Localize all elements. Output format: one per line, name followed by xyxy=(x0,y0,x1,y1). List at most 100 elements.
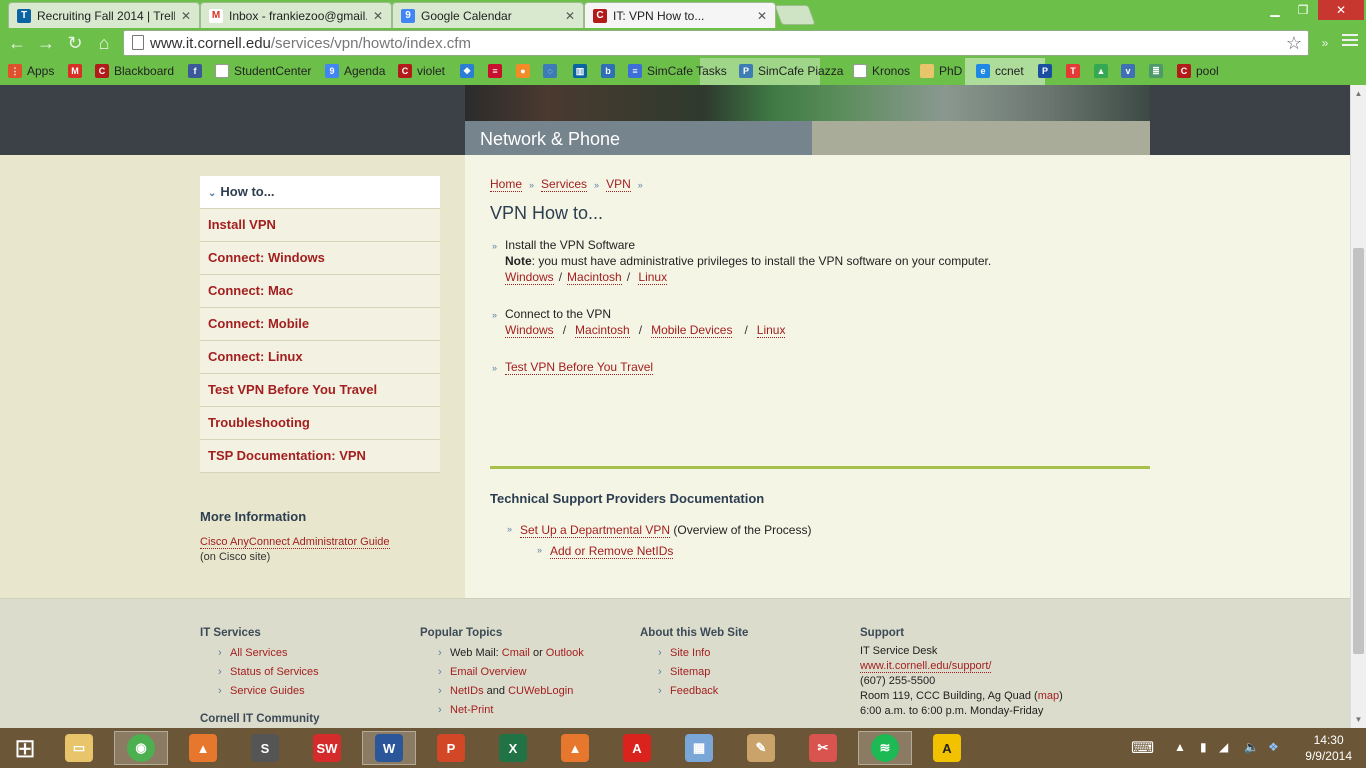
home-icon[interactable]: ⌂ xyxy=(93,32,115,54)
service-guides-link[interactable]: Service Guides xyxy=(230,685,305,697)
window-close-icon[interactable]: ✕ xyxy=(1318,0,1364,20)
keyboard-icon[interactable]: ⌨ xyxy=(1131,738,1154,758)
support-url-link[interactable]: www.it.cornell.edu/support/ xyxy=(860,660,992,673)
install-windows-link[interactable]: Windows xyxy=(505,270,554,285)
sidenav-item-connect-mac[interactable]: Connect: Mac xyxy=(200,275,440,308)
bookmark-kronos[interactable]: Kronos xyxy=(853,63,910,79)
bookmark-violet[interactable]: Cviolet xyxy=(398,63,445,79)
restore-icon[interactable]: ❐ xyxy=(1290,0,1316,20)
address-bar[interactable]: www.it.cornell.edu/services/vpn/howto/in… xyxy=(123,30,1309,56)
close-icon[interactable]: ✕ xyxy=(181,9,191,23)
extensions-overflow-icon[interactable]: » xyxy=(1314,32,1336,54)
menu-icon[interactable] xyxy=(1342,34,1358,49)
netids-link[interactable]: NetIDs xyxy=(450,685,484,697)
dropbox-icon[interactable]: ❖ xyxy=(1268,740,1279,754)
cisco-guide-link[interactable]: Cisco AnyConnect Administrator Guide xyxy=(200,536,390,549)
tab-trello[interactable]: T Recruiting Fall 2014 | Trello ✕ xyxy=(8,2,200,28)
bookmark-simcafe-tasks[interactable]: ≡ SimCafe Tasks xyxy=(628,63,727,79)
breadcrumb-vpn[interactable]: VPN xyxy=(606,177,631,192)
close-icon[interactable]: ✕ xyxy=(565,9,575,23)
taskbar-word[interactable]: W xyxy=(362,731,416,765)
outlook-link[interactable]: Outlook xyxy=(546,647,584,659)
page-scrollbar[interactable]: ▲ ▼ xyxy=(1350,85,1366,728)
taskbar-snipping[interactable]: ✂ xyxy=(796,731,850,765)
bookmark-star-icon[interactable]: ☆ xyxy=(1286,33,1302,54)
taskbar-acrobat[interactable]: A xyxy=(610,731,664,765)
signal-icon[interactable]: ◢ xyxy=(1219,740,1228,754)
bookmark-agenda[interactable]: 9 Agenda xyxy=(325,63,385,79)
bookmark-stack[interactable]: ≣ xyxy=(1149,63,1168,79)
connect-mobile-link[interactable]: Mobile Devices xyxy=(651,323,733,338)
connect-windows-link[interactable]: Windows xyxy=(505,323,554,338)
net-print-link[interactable]: Net-Print xyxy=(450,704,493,716)
show-hidden-icons-icon[interactable]: ▲ xyxy=(1174,740,1186,754)
close-icon[interactable]: ✕ xyxy=(373,9,383,23)
email-overview-link[interactable]: Email Overview xyxy=(450,666,526,678)
bookmark-trello[interactable]: ▥ xyxy=(573,63,592,79)
bookmark-b[interactable]: b xyxy=(601,63,620,79)
taskbar-paint[interactable]: ✎ xyxy=(734,731,788,765)
sidenav-item-troubleshooting[interactable]: Troubleshooting xyxy=(200,407,440,440)
taskbar-excel[interactable]: X xyxy=(486,731,540,765)
bookmark-v[interactable]: v xyxy=(1121,63,1140,79)
system-clock[interactable]: 14:30 9/9/2014 xyxy=(1305,732,1352,764)
sidenav-item-tsp-documentation[interactable]: TSP Documentation: VPN xyxy=(200,440,440,473)
all-services-link[interactable]: All Services xyxy=(230,647,287,659)
breadcrumb-services[interactable]: Services xyxy=(541,177,588,192)
add-remove-netids-link[interactable]: Add or Remove NetIDs xyxy=(550,544,674,559)
bookmark-p[interactable]: P xyxy=(1038,63,1057,79)
map-link[interactable]: map xyxy=(1038,690,1059,702)
bookmark-t[interactable]: T xyxy=(1066,63,1085,79)
site-info-link[interactable]: Site Info xyxy=(670,647,710,659)
feedback-link[interactable]: Feedback xyxy=(670,685,718,697)
scroll-up-icon[interactable]: ▲ xyxy=(1351,89,1366,98)
cuweblogin-link[interactable]: CUWebLogin xyxy=(508,685,573,697)
bookmark-simcafe-piazza[interactable]: P SimCafe Piazza xyxy=(739,63,843,79)
bookmark-ccnet[interactable]: e ccnet xyxy=(976,63,1024,79)
bookmark-pool[interactable]: Cpool xyxy=(1177,63,1219,79)
taskbar-matlab-2[interactable]: ▲ xyxy=(548,731,602,765)
cmail-link[interactable]: Cmail xyxy=(502,647,530,659)
taskbar-start-button[interactable]: ⊞ xyxy=(0,731,50,765)
tab-vpn-howto[interactable]: C IT: VPN How to... ✕ xyxy=(584,2,776,28)
sitemap-link[interactable]: Sitemap xyxy=(670,666,710,678)
sidenav-item-how-to[interactable]: ⌄ How to... xyxy=(200,176,440,209)
battery-icon[interactable]: ▮ xyxy=(1200,740,1207,754)
bookmark-phd[interactable]: PhD xyxy=(920,63,962,79)
tab-calendar[interactable]: 9 Google Calendar ✕ xyxy=(392,2,584,28)
connect-macintosh-link[interactable]: Macintosh xyxy=(575,323,630,338)
sidenav-item-connect-windows[interactable]: Connect: Windows xyxy=(200,242,440,275)
install-macintosh-link[interactable]: Macintosh xyxy=(567,270,622,285)
bookmark-facebook[interactable]: f xyxy=(188,63,207,79)
minimize-icon[interactable]: ▁ xyxy=(1262,0,1288,20)
bookmark-blackboard[interactable]: C Blackboard xyxy=(95,63,174,79)
taskbar-alpha[interactable]: A xyxy=(920,731,974,765)
bookmark-chat[interactable]: ◌ xyxy=(543,63,562,79)
taskbar-solidworks[interactable]: SW xyxy=(300,731,354,765)
breadcrumb-home[interactable]: Home xyxy=(490,177,523,192)
taskbar-calculator[interactable]: ▦ xyxy=(672,731,726,765)
connect-linux-link[interactable]: Linux xyxy=(756,323,786,338)
taskbar-powerpoint[interactable]: P xyxy=(424,731,478,765)
back-icon[interactable]: ← xyxy=(6,32,28,54)
bookmark-orange[interactable]: ● xyxy=(516,63,535,79)
taskbar-spotify[interactable]: ≋ xyxy=(858,731,912,765)
sidenav-item-connect-linux[interactable]: Connect: Linux xyxy=(200,341,440,374)
bookmark-drive[interactable]: ▲ xyxy=(1094,63,1113,79)
bookmark-dropbox[interactable]: ❖ xyxy=(460,63,479,79)
bookmark-apps[interactable]: ⋮ Apps xyxy=(8,63,54,79)
departmental-vpn-link[interactable]: Set Up a Departmental VPN xyxy=(520,523,671,538)
test-vpn-link[interactable]: Test VPN Before You Travel xyxy=(505,360,654,375)
tab-gmail[interactable]: M Inbox - frankiezoo@gmail.c ✕ xyxy=(200,2,392,28)
status-of-services-link[interactable]: Status of Services xyxy=(230,666,319,678)
taskbar-sublime[interactable]: S xyxy=(238,731,292,765)
forward-icon[interactable]: → xyxy=(35,32,57,54)
bookmark-bank[interactable]: ≡ xyxy=(488,63,507,79)
bookmark-gmail[interactable]: M xyxy=(68,63,87,79)
bookmark-studentcenter[interactable]: StudentCenter xyxy=(215,63,311,79)
taskbar-matlab[interactable]: ▲ xyxy=(176,731,230,765)
scrollbar-thumb[interactable] xyxy=(1353,248,1364,654)
new-tab-button[interactable] xyxy=(774,5,816,25)
sidenav-item-test-vpn[interactable]: Test VPN Before You Travel xyxy=(200,374,440,407)
volume-icon[interactable]: 🔈 xyxy=(1244,740,1259,754)
